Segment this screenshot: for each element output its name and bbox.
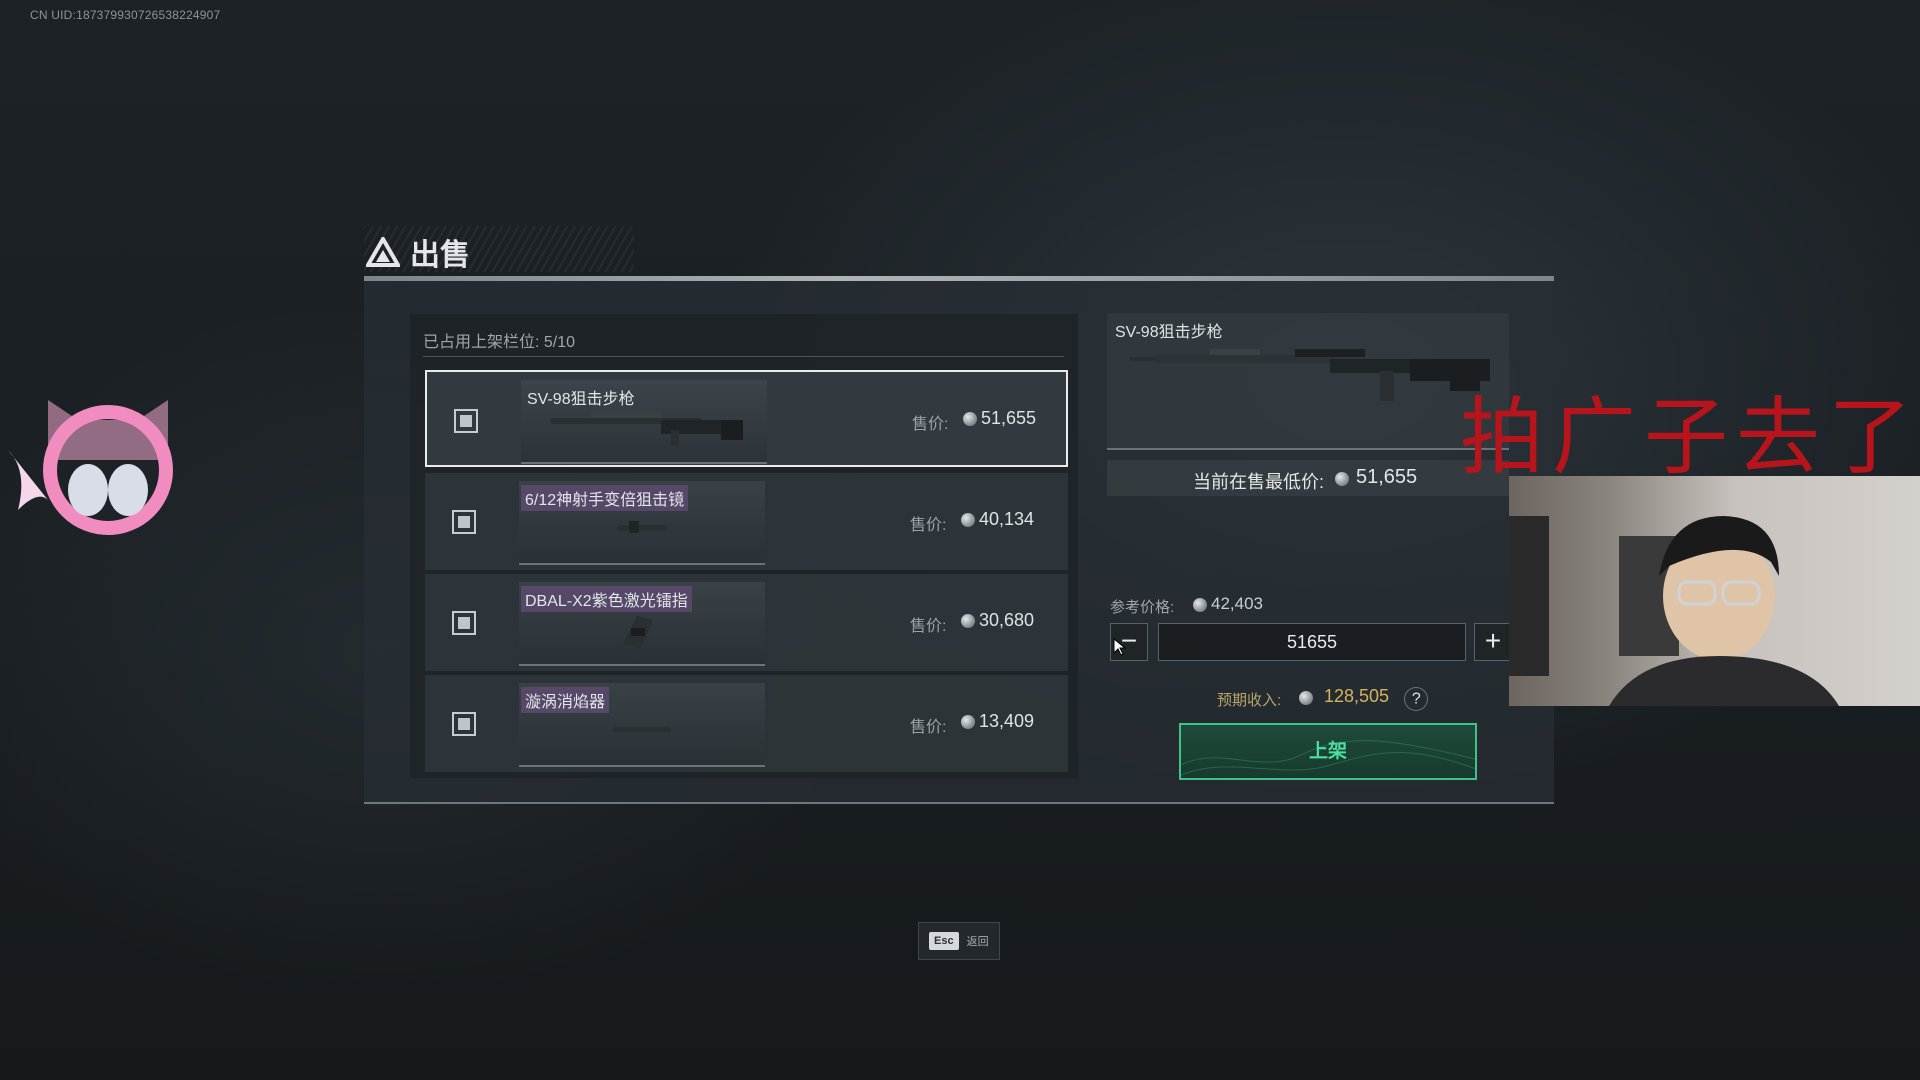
streamer-logo <box>8 400 173 535</box>
item-row[interactable]: 6/12神射手变倍狙击镜 售价: 40,134 <box>425 473 1068 570</box>
coin-icon <box>963 412 977 426</box>
lowest-price-label: 当前在售最低价: <box>1193 472 1325 492</box>
item-name: SV-98狙击步枪 <box>527 391 635 408</box>
coin-icon <box>961 614 975 628</box>
slots-indicator: 已占用上架栏位: 5/10 <box>423 328 575 352</box>
webcam-feed <box>1509 476 1920 706</box>
coin-icon <box>1335 472 1349 486</box>
coin-icon <box>961 715 975 729</box>
coin-icon <box>961 513 975 527</box>
price-input[interactable] <box>1158 623 1466 661</box>
item-row[interactable]: SV-98狙击步枪 售价: 51,655 <box>425 370 1068 467</box>
item-checkbox[interactable] <box>452 712 476 736</box>
item-row[interactable]: 漩涡消焰器 售价: 13,409 <box>425 675 1068 772</box>
price-label: 售价: <box>910 517 947 534</box>
sniper-rifle-preview-icon <box>1130 349 1490 401</box>
uid-text: CN UID:187379930726538224907 <box>30 8 221 22</box>
back-button[interactable]: Esc 返回 <box>918 922 1000 960</box>
slots-label: 已占用上架栏位: <box>423 334 540 351</box>
esc-key-hint: Esc <box>929 932 959 950</box>
price-label: 售价: <box>910 719 947 736</box>
item-checkbox[interactable] <box>452 611 476 635</box>
item-row[interactable]: DBAL-X2紫色激光镭指 售价: 30,680 <box>425 574 1068 671</box>
detail-item-name: SV-98狙击步枪 <box>1115 324 1223 341</box>
stream-overlay-text: 拍广子去了 <box>1460 388 1920 486</box>
item-checkbox[interactable] <box>454 409 478 433</box>
coin-icon <box>1193 598 1207 612</box>
coin-icon <box>1299 691 1313 705</box>
slots-divider <box>423 356 1064 357</box>
price-label: 售价: <box>912 416 949 433</box>
slots-value: 5/10 <box>543 334 576 351</box>
list-for-sale-button[interactable]: 上架 <box>1179 723 1477 780</box>
list-button-label: 上架 <box>1308 741 1347 762</box>
webcam-person-image <box>1509 516 1839 706</box>
item-name: 6/12神射手变倍狙击镜 <box>521 485 689 511</box>
expected-income-value: 128,505 <box>1324 686 1390 706</box>
increase-price-button[interactable]: + <box>1474 623 1512 661</box>
expected-income-label: 预期收入: <box>1217 692 1282 709</box>
item-price: 30,680 <box>979 610 1035 630</box>
item-price: 13,409 <box>979 711 1035 731</box>
item-price: 51,655 <box>981 408 1037 428</box>
item-name: 漩涡消焰器 <box>521 687 610 713</box>
item-name: DBAL-X2紫色激光镭指 <box>521 586 692 612</box>
lowest-price-value: 51,655 <box>1356 466 1418 488</box>
item-price: 40,134 <box>979 509 1035 529</box>
back-label: 返回 <box>966 936 989 948</box>
help-symbol: ? <box>1411 690 1421 707</box>
title-text: 出售 <box>410 239 470 272</box>
reference-price-value: 42,403 <box>1211 594 1263 613</box>
item-checkbox[interactable] <box>452 510 476 534</box>
reference-price-label: 参考价格: <box>1110 599 1175 616</box>
mouse-cursor-icon <box>1113 638 1127 656</box>
price-label: 售价: <box>910 618 947 635</box>
page-title: 出售 <box>366 230 470 274</box>
triangle-logo-icon <box>366 237 400 267</box>
